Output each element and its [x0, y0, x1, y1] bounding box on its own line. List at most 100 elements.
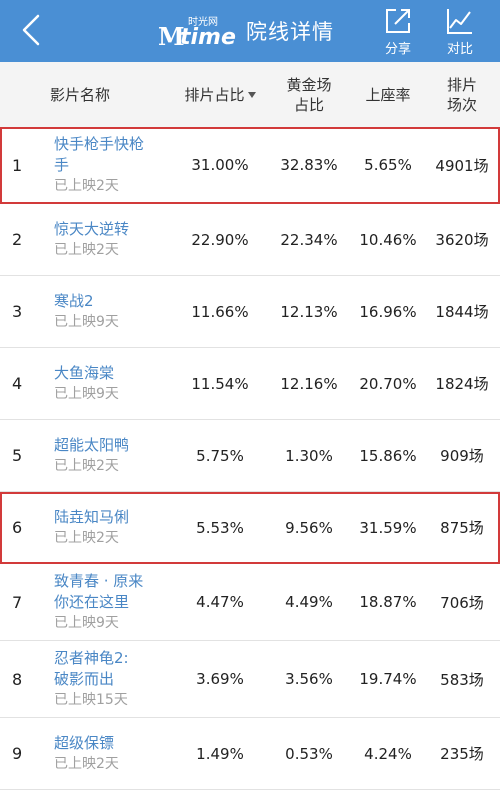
shows-value: 1824场 [435, 375, 489, 393]
shows-value: 1844场 [435, 303, 489, 321]
film-table: 1 快手枪手快枪手已上映2天 31.00% 32.83% 5.65% 4901场 2 惊天大逆… [0, 127, 500, 790]
film-cell[interactable]: 惊天大逆转已上映2天 [54, 204, 174, 275]
film-title[interactable]: 致青春 · 原来 你还在这里 [54, 571, 174, 613]
rank-number: 3 [12, 302, 23, 321]
occupancy-value: 10.46% [359, 230, 417, 249]
occupancy-value: 16.96% [359, 302, 417, 321]
compare-button[interactable]: 对比 [436, 4, 484, 60]
schedule-ratio-value: 11.66% [191, 302, 249, 321]
film-title[interactable]: 超级保镖 [54, 733, 174, 754]
prime-ratio-value: 0.53% [285, 744, 333, 763]
occupancy-value: 20.70% [359, 374, 417, 393]
film-title[interactable]: 惊天大逆转 [54, 219, 174, 240]
release-days: 已上映9天 [54, 314, 119, 330]
film-title[interactable]: 快手枪手快枪手 [54, 134, 174, 176]
film-cell[interactable]: 超能太阳鸭已上映2天 [54, 420, 174, 491]
shows-value: 3620场 [435, 231, 489, 249]
mtime-logo: M time 时光网 [158, 14, 238, 51]
release-days: 已上映15天 [54, 692, 128, 708]
table-row[interactable]: 2 惊天大逆转 已上映2天 22.90% 22.34% 10.46% 3620场 [0, 204, 500, 276]
rank-number: 1 [12, 155, 23, 175]
film-cell[interactable]: 寒战2 已上映9天 [54, 276, 174, 347]
schedule-ratio-value: 5.53% [196, 518, 244, 537]
schedule-ratio-value: 22.90% [191, 230, 249, 249]
logo-time: time [180, 25, 236, 50]
column-label: 排片占比 [184, 85, 245, 104]
column-label: 上座率 [365, 85, 411, 104]
trend-chart-icon [447, 9, 472, 34]
top-bar: M time 时光网 院线详情 分享 对比 [0, 0, 500, 62]
table-row[interactable]: 3 寒战2 已上映9天 11.66% 12.13% 16.96% 1844场 [0, 276, 500, 348]
schedule-ratio-value: 11.54% [191, 374, 249, 393]
release-days: 已上映2天 [54, 530, 119, 546]
film-title[interactable]: 超能太阳鸭 [54, 435, 174, 456]
page-title: 院线详情 [246, 20, 334, 44]
film-title[interactable]: 大鱼海棠 [54, 363, 174, 384]
occupancy-value: 15.86% [359, 446, 417, 465]
release-days: 已上映2天 [54, 178, 119, 194]
prime-ratio-value: 12.16% [280, 374, 338, 393]
column-occupancy[interactable]: 上座率 [352, 62, 424, 127]
rank-number: 4 [12, 374, 23, 393]
table-header: 影片名称 排片占比 黄金场 占比 上座率 排片 场次 [0, 62, 500, 128]
prime-ratio-value: 1.30% [285, 446, 333, 465]
table-row[interactable]: 8 忍者神龟2: 破影而出 已上映15天 3.69% 3.56% 19.74% 583场 [0, 641, 500, 718]
column-schedule-ratio[interactable]: 排片占比 [175, 62, 265, 127]
sort-down-icon [247, 91, 256, 98]
prime-ratio-value: 12.13% [280, 302, 338, 321]
table-row[interactable]: 1 快手枪手快枪手已上映2天 31.00% 32.83% 5.65% 4901场 [0, 127, 500, 204]
logo-sub: 时光网 [188, 17, 218, 28]
schedule-ratio-value: 3.69% [196, 670, 244, 688]
film-cell[interactable]: 快手枪手快枪手已上映2天 [54, 127, 174, 203]
shows-value: 706场 [440, 593, 484, 612]
chevron-left-icon [22, 14, 40, 46]
column-prime-ratio[interactable]: 黄金场 占比 [268, 62, 350, 127]
back-button[interactable] [12, 10, 52, 50]
rank-number: 9 [12, 744, 23, 763]
share-button[interactable]: 分享 [374, 4, 422, 60]
release-days: 已上映2天 [54, 458, 119, 474]
column-shows[interactable]: 排片 场次 [424, 62, 500, 127]
column-film-name[interactable]: 影片名称 [50, 62, 170, 127]
film-title[interactable]: 陆垚知马俐 [54, 507, 174, 528]
occupancy-value: 5.65% [364, 156, 412, 174]
rank-number: 8 [12, 669, 23, 689]
rank-number: 6 [12, 518, 23, 537]
table-row[interactable]: 6 陆垚知马俐已上映2天 5.53% 9.56% 31.59% 875场 [0, 492, 500, 564]
release-days: 已上映9天 [54, 386, 119, 402]
prime-ratio-value: 3.56% [285, 670, 333, 688]
schedule-ratio-value: 4.47% [196, 593, 244, 611]
schedule-ratio-value: 5.75% [196, 446, 244, 465]
shows-value: 909场 [440, 447, 484, 465]
release-days: 已上映9天 [54, 615, 119, 631]
schedule-ratio-value: 31.00% [191, 156, 249, 174]
schedule-ratio-value: 1.49% [196, 744, 244, 763]
film-cell[interactable]: 超级保镖已上映2天 [54, 718, 174, 789]
prime-ratio-value: 22.34% [280, 230, 338, 249]
column-label: 影片名称 [50, 85, 111, 104]
prime-ratio-value: 4.49% [285, 593, 333, 611]
table-row[interactable]: 4 大鱼海棠已上映9天 11.54% 12.16% 20.70% 1824场 [0, 348, 500, 420]
shows-value: 235场 [440, 745, 484, 763]
release-days: 已上映2天 [54, 756, 119, 772]
film-cell[interactable]: 致青春 · 原来 你还在这里已上映9天 [54, 564, 174, 640]
occupancy-value: 31.59% [359, 518, 417, 537]
table-row[interactable]: 7 致青春 · 原来 你还在这里 已上映9天 4.47% 4.49% 18.87% 706场 [0, 564, 500, 641]
column-label: 黄金场 占比 [286, 75, 332, 114]
film-cell[interactable]: 大鱼海棠已上映9天 [54, 348, 174, 419]
film-cell[interactable]: 陆垚知马俐已上映2天 [54, 492, 174, 563]
film-title[interactable]: 忍者神龟2: 破影而出 [54, 648, 174, 690]
film-title[interactable]: 寒战2 [54, 291, 174, 312]
shows-value: 4901场 [435, 156, 489, 175]
share-icon [386, 9, 410, 33]
rank-number: 5 [12, 446, 23, 465]
compare-label: 对比 [446, 42, 473, 57]
table-row[interactable]: 9 超级保镖已上映2天 1.49% 0.53% 4.24% 235场 [0, 718, 500, 790]
shows-value: 875场 [440, 519, 484, 537]
table-row[interactable]: 5 超能太阳鸭已上映2天 5.75% 1.30% 15.86% 909场 [0, 420, 500, 492]
release-days: 已上映2天 [54, 242, 119, 258]
prime-ratio-value: 9.56% [285, 518, 333, 537]
film-cell[interactable]: 忍者神龟2: 破影而出已上映15天 [54, 641, 174, 717]
shows-value: 583场 [440, 670, 484, 689]
occupancy-value: 4.24% [364, 744, 412, 763]
